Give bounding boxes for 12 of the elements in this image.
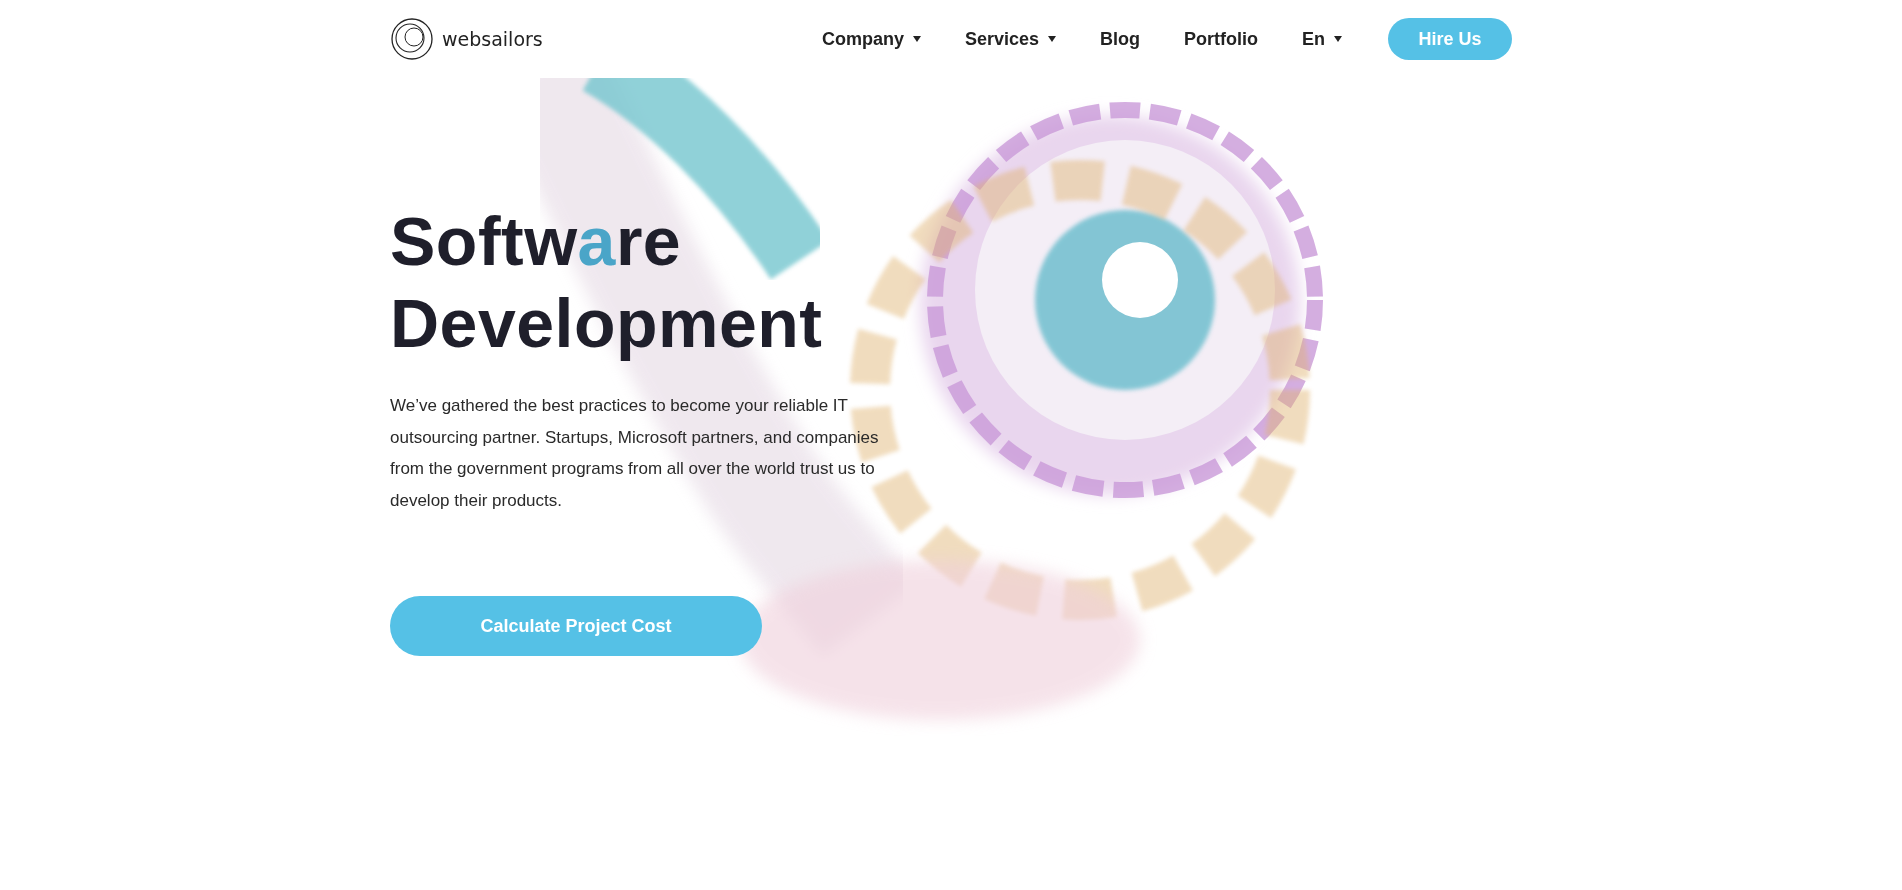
caret-icon [1334, 36, 1342, 42]
caret-icon [912, 36, 921, 42]
nav-link[interactable]: Portfolio [1162, 28, 1280, 50]
hero-title: Software Development [390, 202, 824, 363]
nav-link[interactable]: Services [942, 28, 1078, 50]
caret-icon [1048, 36, 1056, 42]
nav-link[interactable]: Blog [1078, 28, 1162, 50]
hero-description: We’ve gathered the best practices to become your reliable IT outsourcing partner. Startups, Microsoft partners, and companies from the government programs from all over the world trust us to develop their products. [390, 395, 880, 512]
nav-link[interactable]: Company [799, 28, 943, 50]
logo-icon[interactable] [390, 17, 434, 61]
nav-link[interactable]: En [1280, 28, 1364, 50]
logo-text[interactable]: websailors [442, 28, 543, 50]
